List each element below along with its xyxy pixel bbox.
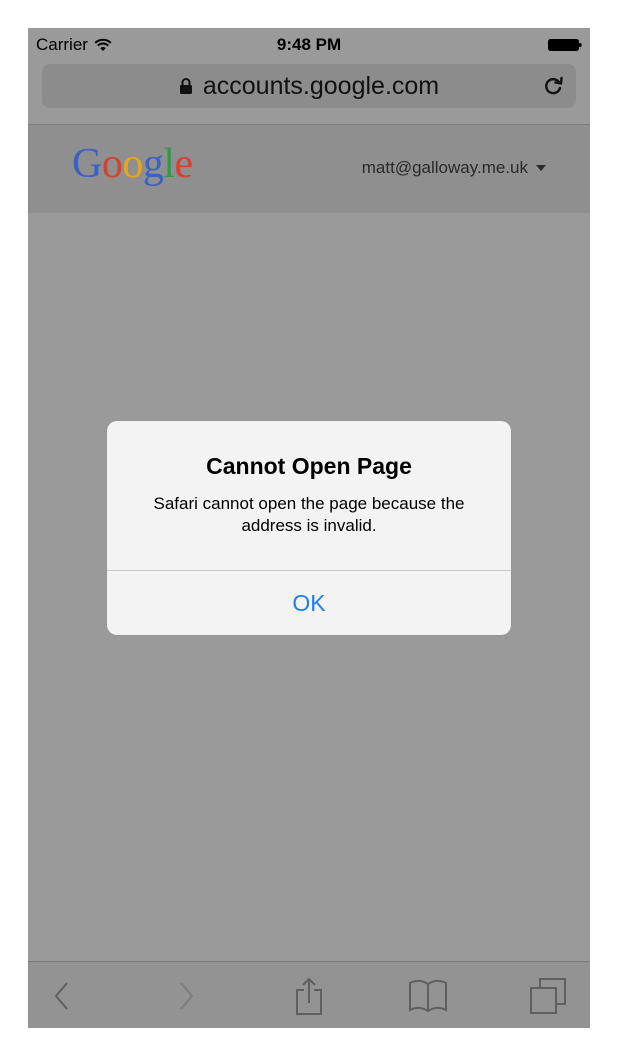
status-time: 9:48 PM [276,35,342,54]
tabs-icon [530,978,566,1014]
bottom-toolbar [28,961,590,1028]
logo-letter: o [122,141,143,187]
google-logo[interactable]: Google [72,143,193,185]
alert-dialog: Cannot Open Page Safari cannot open the … [107,421,511,635]
lock-icon [179,78,192,94]
back-button[interactable] [42,976,82,1016]
screen: Carrier 9:48 PM accounts.google.com Goog… [28,28,590,1028]
logo-letter: e [174,141,194,187]
reload-icon[interactable] [542,75,564,97]
address-display[interactable]: accounts.google.com [42,64,576,108]
forward-button[interactable] [166,976,206,1016]
account-email: matt@galloway.me.uk [361,158,528,177]
logo-letter: G [72,141,102,187]
bookmarks-icon [409,979,447,1013]
ok-button[interactable]: OK [107,571,511,635]
bookmarks-button[interactable] [408,976,448,1016]
account-switcher[interactable]: matt@galloway.me.uk [362,158,546,178]
back-icon [54,982,68,1010]
share-icon [296,977,322,1015]
google-header: Google matt@galloway.me.uk [28,125,590,213]
alert-message: Safari cannot open the page because the … [153,494,465,535]
caret-down-icon [536,165,546,171]
share-button[interactable] [289,976,329,1016]
battery-icon [548,39,582,51]
address-bar[interactable]: accounts.google.com [42,64,576,108]
logo-letter: l [163,141,175,187]
logo-letter: o [101,141,123,187]
tabs-button[interactable] [528,976,568,1016]
logo-letter: g [142,141,164,187]
alert-title: Cannot Open Page [206,453,412,479]
url-text: accounts.google.com [202,71,440,100]
forward-icon [180,982,194,1010]
status-bar: Carrier 9:48 PM [28,28,590,62]
